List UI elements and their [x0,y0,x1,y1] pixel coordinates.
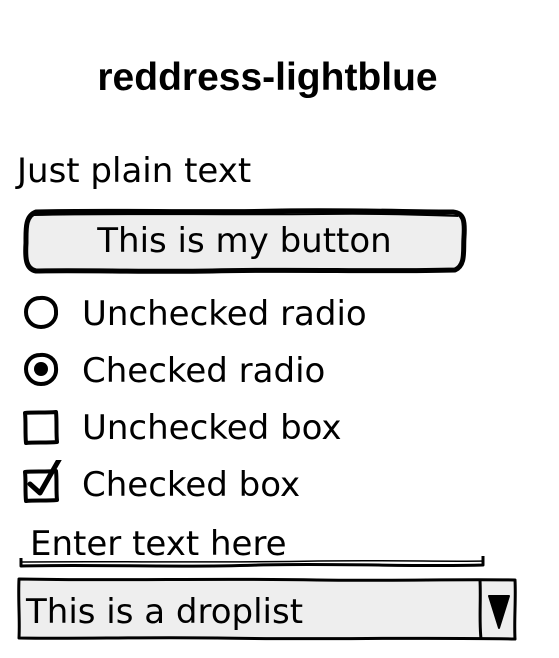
radio-checked[interactable]: Checked radio [18,346,438,396]
checkbox-checked-label: Checked box [82,465,301,505]
text-input-value: Enter text here [30,524,287,564]
radio-empty-icon [23,295,59,330]
radio-unchecked-label: Unchecked radio [82,294,367,334]
radio-checked-label: Checked radio [82,351,326,391]
radio-unchecked[interactable]: Unchecked radio [18,289,438,339]
checkbox-empty-icon [23,410,59,445]
my-button[interactable]: This is my button [22,207,467,275]
plain-text-label: Just plain text [17,151,252,191]
checkbox-checked-icon [23,460,62,503]
text-input[interactable]: Enter text here [18,520,488,575]
page-title: reddress-lightblue [97,56,438,99]
droplist-selected-value: This is a droplist [26,592,304,632]
checkbox-unchecked-label: Unchecked box [82,408,342,448]
droplist[interactable]: This is a droplist [17,576,517,644]
checkbox-checked[interactable]: Checked box [18,460,438,510]
checkbox-unchecked[interactable]: Unchecked box [18,403,438,453]
radio-selected-icon [23,352,59,387]
button-label: This is my button [97,221,392,261]
